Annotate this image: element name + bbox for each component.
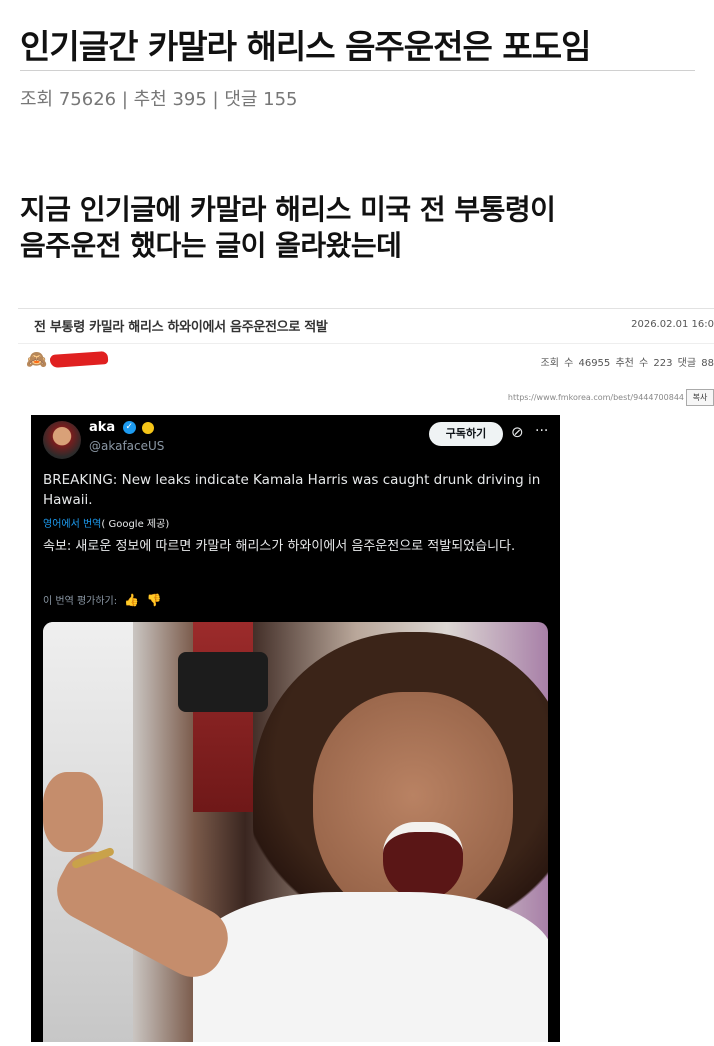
photo-phone [178, 652, 268, 712]
photo-hand [43, 772, 103, 852]
author-emoji-icon: 🙈 [26, 350, 48, 370]
grok-icon: ⊘ [511, 423, 524, 441]
redacted-author-name [49, 350, 109, 369]
post-stats: 조회 75626 | 추천 395 | 댓글 155 [20, 89, 298, 110]
embedded-post-stats: 조회 수 46955 추천 수 223 댓글 88 [540, 358, 714, 369]
tweet-photo [43, 622, 548, 1042]
copy-url-button: 복사 [686, 389, 714, 406]
embedded-post-title: 전 부통령 카밀라 해리스 하와이에서 음주운전으로 적발 [34, 320, 328, 335]
post-body: 지금 인기글에 카말라 해리스 미국 전 부통령이 음주운전 했다는 글이 올라… [20, 192, 556, 264]
translated-from-link: 영어에서 번역 [43, 519, 102, 530]
embedded-post-screenshot: 전 부통령 카밀라 해리스 하와이에서 음주운전으로 적발 2026.02.01… [18, 305, 714, 406]
verified-badge-icon: ✓ [122, 421, 136, 434]
post-title: 인기글간 카말라 해리스 음주운전은 포도임 [20, 27, 591, 66]
divider [18, 308, 714, 309]
title-divider [20, 70, 695, 71]
tweet-text-english: BREAKING: New leaks indicate Kamala Harr… [43, 472, 541, 508]
body-line: 지금 인기글에 카말라 해리스 미국 전 부통령이 [20, 193, 556, 226]
avatar [43, 421, 81, 459]
embedded-post-url: https://www.fmkorea.com/best/9444700844 [507, 393, 684, 402]
thumbs-up-icon: 👍 [124, 593, 140, 607]
photo-background-frame [193, 622, 253, 812]
translated-by: ( Google 제공) [101, 519, 170, 530]
rate-translation: 이 번역 평가하기: 👍 👎 [43, 592, 161, 607]
gold-badge-icon [142, 421, 155, 434]
divider [18, 343, 714, 344]
more-options-icon: ··· [535, 423, 549, 439]
tweet-author-name: aka [89, 420, 116, 435]
tweet-card: aka ✓ @akafaceUS 구독하기 ⊘ ··· BREAKING: Ne… [31, 415, 560, 1042]
rate-translation-label: 이 번역 평가하기: [43, 596, 118, 607]
subscribe-button: 구독하기 [429, 422, 503, 446]
tweet-text-korean: 속보: 새로운 정보에 따르면 카말라 해리스가 하와이에서 음주운전으로 적발… [43, 539, 516, 554]
tweet-author: aka ✓ [89, 420, 155, 435]
body-line: 음주운전 했다는 글이 올라왔는데 [20, 229, 402, 262]
photo-mouth [383, 822, 463, 900]
thumbs-down-icon: 👎 [146, 593, 162, 607]
tweet-handle: @akafaceUS [89, 439, 165, 453]
photo-shirt [193, 892, 548, 1042]
translation-source: 영어에서 번역( Google 제공) [43, 515, 169, 530]
embedded-post-date: 2026.02.01 16:0 [631, 319, 714, 330]
